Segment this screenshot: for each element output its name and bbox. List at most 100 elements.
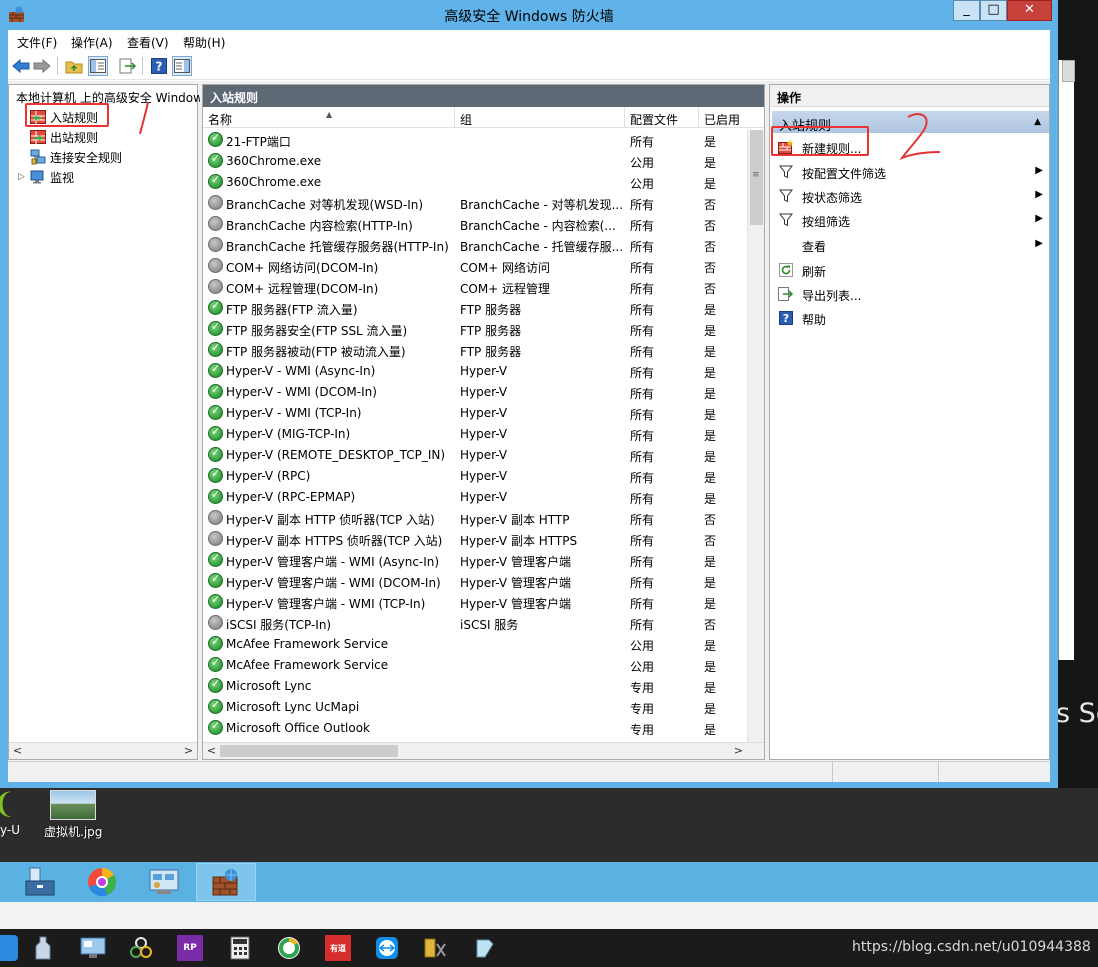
expand-arrow-icon[interactable]: ▷: [18, 172, 30, 182]
action-label: 按状态筛选: [802, 191, 863, 205]
table-row[interactable]: Hyper-V (MIG-TCP-In) Hyper-V 所有 是: [203, 424, 747, 445]
show-tree-icon[interactable]: [88, 56, 108, 76]
table-row[interactable]: COM+ 网络访问(DCOM-In) COM+ 网络访问 所有 否: [203, 256, 747, 277]
taskbar-app-dictionary[interactable]: [30, 935, 56, 961]
bottle-app-icon: [35, 936, 51, 960]
taskbar-firewall[interactable]: [196, 863, 256, 901]
tree-item-monitoring[interactable]: ▷ 监视: [18, 167, 190, 187]
table-row[interactable]: FTP 服务器被动(FTP 被动流入量) FTP 服务器 所有 是: [203, 340, 747, 361]
table-row[interactable]: Hyper-V - WMI (DCOM-In) Hyper-V 所有 是: [203, 382, 747, 403]
column-group[interactable]: 组: [455, 107, 625, 128]
cell-group: iSCSI 服务: [460, 618, 519, 632]
up-folder-icon[interactable]: [64, 56, 84, 76]
cell-profile: 所有: [630, 198, 655, 212]
image-file-label[interactable]: 虚拟机.jpg: [44, 823, 102, 840]
show-action-pane-icon[interactable]: [172, 56, 192, 76]
table-row[interactable]: Hyper-V (REMOTE_DESKTOP_TCP_IN) Hyper-V 所有…: [203, 445, 747, 466]
table-row[interactable]: 360Chrome.exe 公用 是: [203, 151, 747, 172]
taskbar-app-teamviewer[interactable]: [374, 935, 400, 961]
table-row[interactable]: 360Chrome.exe 公用 是: [203, 172, 747, 193]
table-row[interactable]: Hyper-V 管理客户端 - WMI (TCP-In) Hyper-V 管理客户…: [203, 592, 747, 613]
taskbar-app-tools[interactable]: [423, 935, 449, 961]
table-row[interactable]: Hyper-V (RPC-EPMAP) Hyper-V 所有 是: [203, 487, 747, 508]
table-row[interactable]: Microsoft Office Outlook 专用 是: [203, 718, 747, 739]
back-icon[interactable]: [11, 56, 31, 76]
status-divider: [832, 762, 833, 782]
minimize-button[interactable]: _: [953, 0, 980, 21]
title-bar[interactable]: 高级安全 Windows 防火墙 _ □ ✕: [0, 0, 1058, 30]
table-row[interactable]: Hyper-V - WMI (TCP-In) Hyper-V 所有 是: [203, 403, 747, 424]
column-enabled[interactable]: 已启用: [699, 107, 747, 128]
action-filter-by-group[interactable]: 按组筛选 ▶: [772, 208, 1049, 232]
collapse-icon[interactable]: ▲: [1034, 117, 1041, 127]
action-refresh[interactable]: 刷新: [772, 258, 1049, 282]
maximize-button[interactable]: □: [980, 0, 1007, 21]
taskbar-app-browser2[interactable]: [276, 935, 302, 961]
table-row[interactable]: BranchCache 对等机发现(WSD-In) BranchCache - 对…: [203, 193, 747, 214]
taskbar-app-calculator[interactable]: [227, 935, 253, 961]
table-row[interactable]: Hyper-V 管理客户端 - WMI (DCOM-In) Hyper-V 管理客…: [203, 571, 747, 592]
table-row[interactable]: BranchCache 托管缓存服务器(HTTP-In) BranchCache …: [203, 235, 747, 256]
column-profile[interactable]: 配置文件: [625, 107, 699, 128]
tree-item-outbound[interactable]: 出站规则: [30, 127, 190, 147]
taskbar-browser[interactable]: [72, 863, 132, 901]
action-export-list[interactable]: 导出列表...: [772, 282, 1049, 306]
table-row[interactable]: Microsoft Lync UcMapi 专用 是: [203, 697, 747, 718]
list-vertical-scrollbar[interactable]: ≡: [747, 130, 764, 742]
taskbar-app-youdao[interactable]: 有道: [325, 935, 351, 961]
taskbar-control-panel[interactable]: [134, 863, 194, 901]
cell-name: BranchCache 内容检索(HTTP-In): [226, 219, 413, 233]
help-icon[interactable]: ?: [149, 56, 169, 76]
table-row[interactable]: Hyper-V 副本 HTTP 侦听器(TCP 入站) Hyper-V 副本 HT…: [203, 508, 747, 529]
taskbar-app-axure[interactable]: RP: [177, 935, 203, 961]
desktop-partial-label[interactable]: y-U: [0, 823, 20, 837]
enabled-rule-icon: [208, 131, 223, 147]
forward-icon[interactable]: [32, 56, 52, 76]
table-row[interactable]: 21-FTP端口 所有 是: [203, 130, 747, 151]
table-row[interactable]: McAfee Framework Service 公用 是: [203, 634, 747, 655]
cell-profile: 所有: [630, 597, 655, 611]
table-row[interactable]: Hyper-V (RPC) Hyper-V 所有 是: [203, 466, 747, 487]
table-row[interactable]: iSCSI 服务(TCP-In) iSCSI 服务 所有 否: [203, 613, 747, 634]
taskbar-app-notes[interactable]: [472, 935, 498, 961]
teamviewer-icon: [376, 937, 398, 959]
table-row[interactable]: COM+ 远程管理(DCOM-In) COM+ 远程管理 所有 否: [203, 277, 747, 298]
table-row[interactable]: Hyper-V 副本 HTTPS 侦听器(TCP 入站) Hyper-V 副本 H…: [203, 529, 747, 550]
table-row[interactable]: Hyper-V - WMI (Async-In) Hyper-V 所有 是: [203, 361, 747, 382]
action-view[interactable]: 查看 ▶: [772, 233, 1049, 257]
action-help[interactable]: ? 帮助: [772, 306, 1049, 330]
table-row[interactable]: BranchCache 内容检索(HTTP-In) BranchCache - 内…: [203, 214, 747, 235]
menu-help[interactable]: 帮助(H): [183, 34, 225, 51]
action-filter-by-state[interactable]: 按状态筛选 ▶: [772, 184, 1049, 208]
cell-name: FTP 服务器(FTP 流入量): [226, 303, 358, 317]
close-button[interactable]: ✕: [1007, 0, 1052, 21]
menu-view[interactable]: 查看(V): [127, 34, 169, 51]
table-row[interactable]: FTP 服务器(FTP 流入量) FTP 服务器 所有 是: [203, 298, 747, 319]
cell-group: FTP 服务器: [460, 324, 522, 338]
taskbar-app-system[interactable]: [80, 935, 106, 961]
tree-item-connection-security[interactable]: 连接安全规则: [30, 147, 190, 167]
menu-file[interactable]: 文件(F): [17, 34, 57, 51]
table-row[interactable]: Hyper-V 管理客户端 - WMI (Async-In) Hyper-V 管理…: [203, 550, 747, 571]
tree-horizontal-scrollbar[interactable]: < >: [9, 742, 197, 759]
taskbar-app-partial[interactable]: [0, 935, 18, 961]
scroll-left-icon[interactable]: <: [10, 744, 25, 758]
content-area: 本地计算机 上的高级安全 Windows 入站规则 出站规则 连接安全规则 ▷: [8, 81, 1050, 761]
taskbar-app-network[interactable]: [128, 935, 154, 961]
menu-action[interactable]: 操作(A): [71, 34, 113, 51]
action-filter-by-profile[interactable]: 按配置文件筛选 ▶: [772, 160, 1049, 184]
table-row[interactable]: McAfee Framework Service 公用 是: [203, 655, 747, 676]
image-file-icon[interactable]: [50, 790, 96, 820]
table-row[interactable]: FTP 服务器安全(FTP SSL 流入量) FTP 服务器 所有 是: [203, 319, 747, 340]
export-icon[interactable]: [118, 56, 138, 76]
scroll-left-icon[interactable]: <: [204, 744, 219, 758]
scroll-right-icon[interactable]: >: [181, 744, 196, 758]
scroll-thumb[interactable]: [220, 745, 398, 757]
scroll-right-icon[interactable]: >: [731, 744, 746, 758]
list-horizontal-scrollbar[interactable]: < >: [203, 742, 764, 759]
table-row[interactable]: Microsoft Lync 专用 是: [203, 676, 747, 697]
cell-name: iSCSI 服务(TCP-In): [226, 618, 332, 632]
cell-enabled: 否: [704, 513, 717, 527]
taskbar-server-manager[interactable]: [10, 863, 70, 901]
desktop-partial-icon[interactable]: ❨: [0, 790, 16, 818]
